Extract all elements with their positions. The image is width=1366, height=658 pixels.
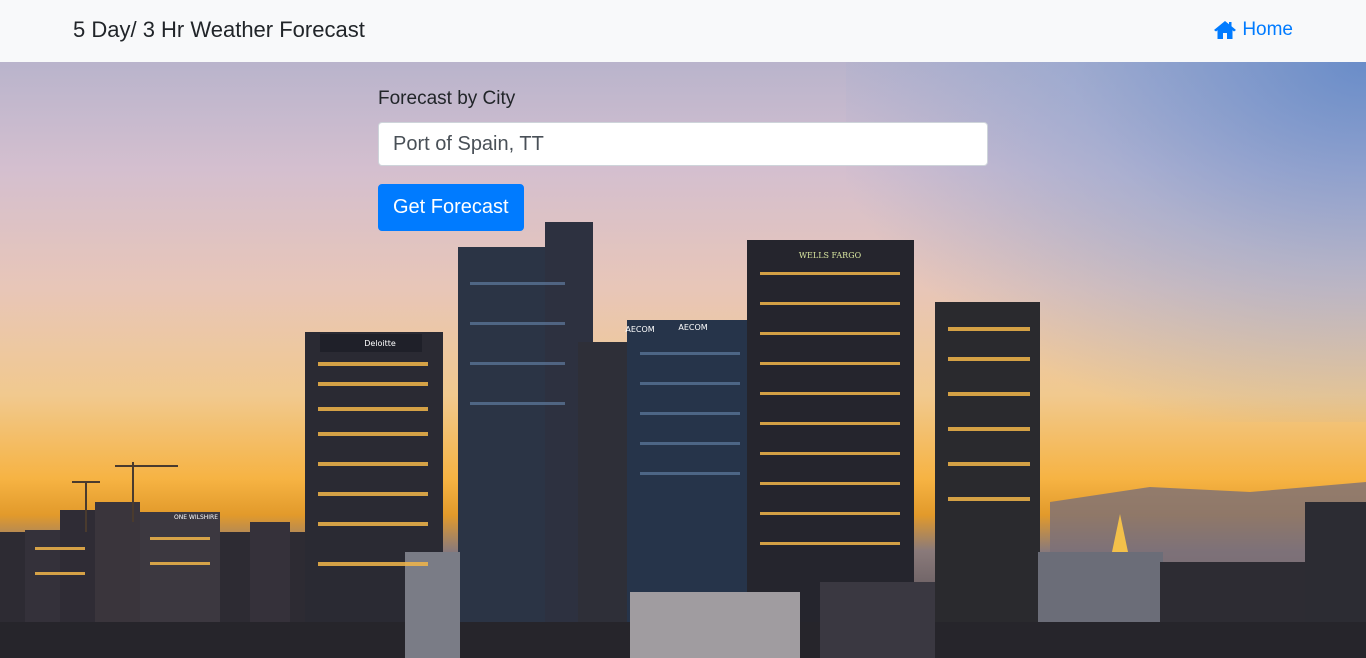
city-input[interactable]	[378, 122, 988, 166]
navbar: 5 Day/ 3 Hr Weather Forecast Home	[0, 0, 1366, 62]
forecast-by-city-label: Forecast by City	[378, 88, 516, 109]
sign-aecom-2: AECOM	[678, 323, 707, 332]
sign-wells-fargo: WELLS FARGO	[799, 251, 862, 260]
navbar-brand[interactable]: 5 Day/ 3 Hr Weather Forecast	[73, 17, 365, 43]
sign-one-wilshire: ONE WILSHIRE	[174, 514, 218, 521]
home-link[interactable]: Home	[1214, 19, 1293, 41]
hero-background: Deloitte AECOM AECOM WELLS FARGO ONE WIL…	[0, 62, 1366, 658]
get-forecast-button[interactable]: Get Forecast	[378, 184, 524, 231]
home-icon	[1214, 21, 1237, 39]
sign-deloitte: Deloitte	[364, 339, 396, 348]
home-link-label: Home	[1242, 19, 1293, 40]
sign-aecom-1: AECOM	[625, 325, 654, 334]
forecast-form: Forecast by City Get Forecast	[378, 88, 988, 231]
